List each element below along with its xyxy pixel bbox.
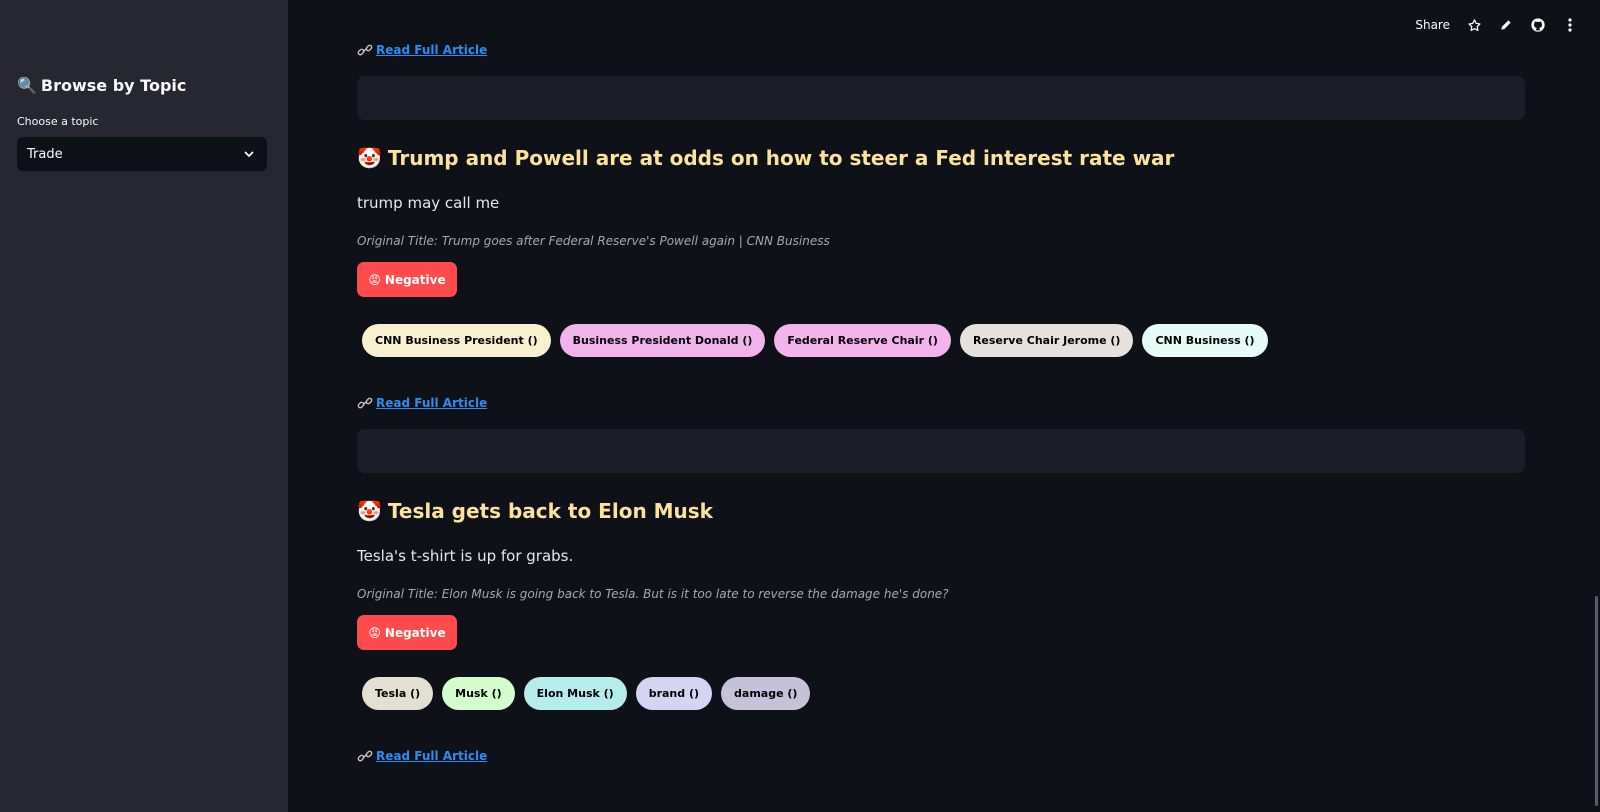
article-summary: trump may call me (357, 194, 500, 212)
entity-chip: CNN Business President () (362, 324, 551, 357)
angry-face-icon: 😡 (368, 272, 381, 287)
entity-chip: Federal Reserve Chair () (774, 324, 951, 357)
github-icon[interactable] (1530, 17, 1546, 33)
sentiment-badge: 😡 Negative (357, 615, 457, 650)
article-divider-panel (357, 76, 1525, 120)
read-full-article-link[interactable]: Read Full Article (357, 749, 487, 763)
article-title-text: Tesla gets back to Elon Musk (387, 499, 713, 523)
read-full-article-text: Read Full Article (376, 396, 488, 410)
article-summary: Tesla's t-shirt is up for grabs. (357, 547, 574, 565)
entity-chip: damage () (721, 677, 811, 710)
sidebar: 🔍 Browse by Topic Choose a topic Trade (0, 0, 288, 812)
read-full-article-link[interactable]: Read Full Article (357, 396, 487, 410)
sentiment-label: Negative (384, 625, 446, 640)
original-title: Original Title: Elon Musk is going back … (357, 587, 949, 601)
clown-face-icon: 🤡 (357, 499, 382, 523)
angry-face-icon: 😡 (368, 625, 381, 640)
sentiment-label: Negative (384, 272, 446, 287)
read-full-article-link[interactable]: Read Full Article (357, 43, 487, 57)
entity-chip: Elon Musk () (523, 677, 627, 710)
topic-select-value: Trade (27, 146, 63, 162)
scrollbar[interactable] (1595, 596, 1598, 806)
original-title: Original Title: Trump goes after Federal… (357, 234, 830, 248)
topic-select-label: Choose a topic (17, 115, 99, 128)
more-vertical-icon[interactable] (1562, 17, 1578, 33)
entity-chip: Business President Donald () (559, 324, 766, 357)
chevron-down-icon (244, 151, 254, 157)
toolbar: Share (1415, 14, 1578, 36)
article-title: 🤡 Tesla gets back to Elon Musk (357, 499, 713, 523)
edit-pencil-icon[interactable] (1498, 17, 1514, 33)
entity-chip: Musk () (442, 677, 515, 710)
entity-chip: Tesla () (362, 677, 434, 710)
article-divider-panel (357, 429, 1525, 473)
read-full-article-text: Read Full Article (376, 749, 488, 763)
entity-chips: Tesla () Musk () Elon Musk () brand () damag… (362, 677, 811, 710)
article-title: 🤡 Trump and Powell are at odds on how to… (357, 146, 1174, 170)
entity-chip: CNN Business () (1142, 324, 1268, 357)
article-title-text: Trump and Powell are at odds on how to s… (387, 146, 1175, 170)
link-icon (357, 397, 373, 409)
share-button[interactable]: Share (1415, 18, 1450, 32)
entity-chip: brand () (635, 677, 713, 710)
entity-chip: Reserve Chair Jerome () (959, 324, 1134, 357)
link-icon (357, 750, 373, 762)
sidebar-title-text: Browse by Topic (40, 76, 187, 95)
read-full-article-text: Read Full Article (376, 43, 488, 57)
sentiment-badge: 😡 Negative (357, 262, 457, 297)
link-icon (357, 44, 373, 56)
sidebar-title: 🔍 Browse by Topic (17, 76, 186, 95)
entity-chips: CNN Business President () Business Presid… (362, 324, 1268, 357)
magnifier-icon: 🔍 (17, 76, 37, 95)
clown-face-icon: 🤡 (357, 146, 382, 170)
star-icon[interactable] (1466, 17, 1482, 33)
topic-select[interactable]: Trade (17, 137, 267, 171)
